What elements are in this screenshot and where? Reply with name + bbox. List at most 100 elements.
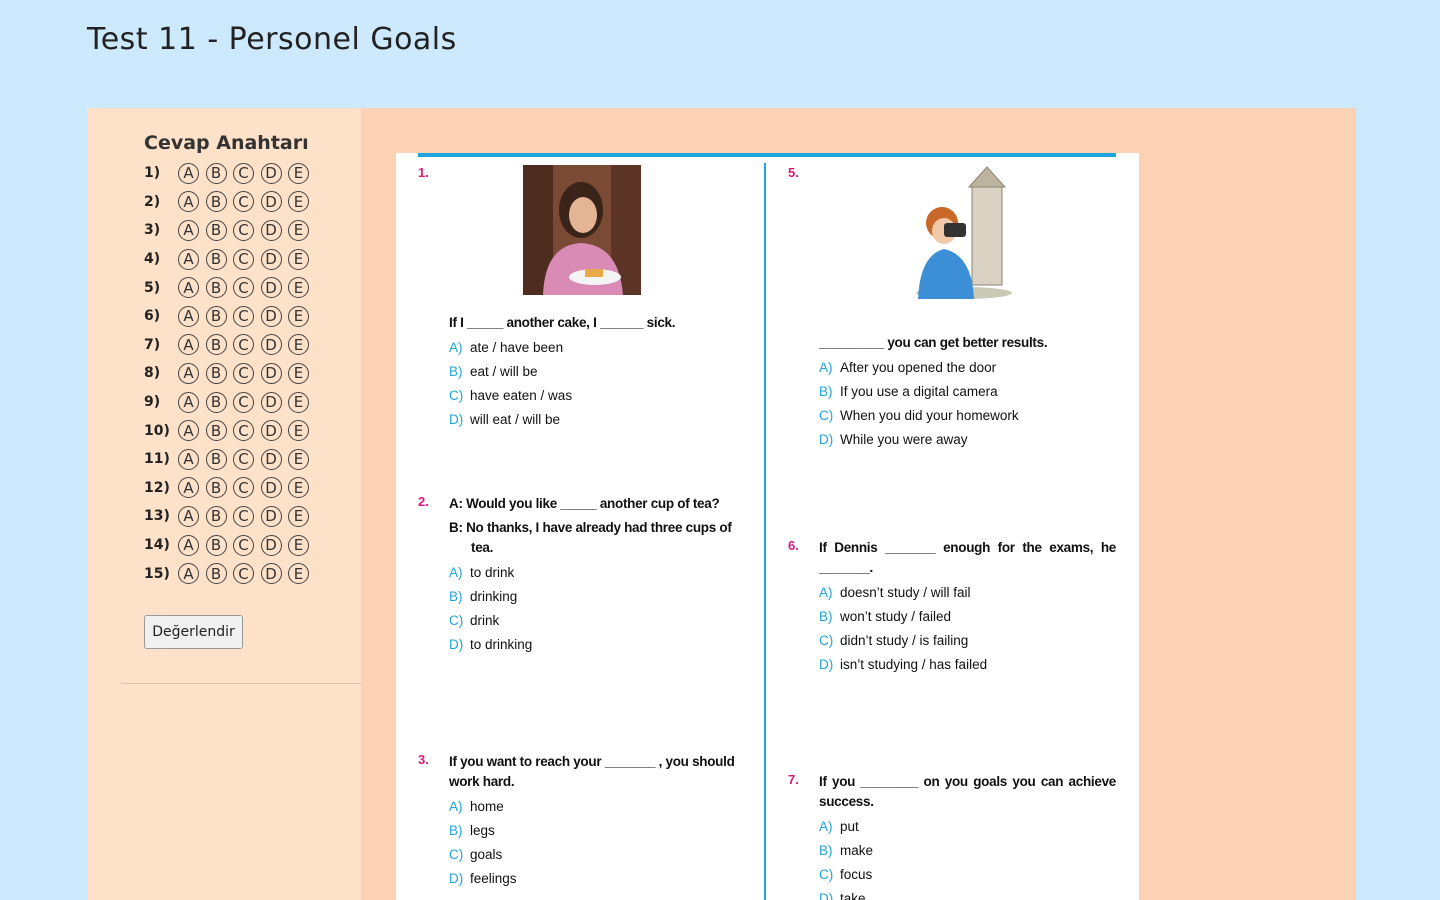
answer-bubble-d[interactable]: D: [260, 248, 282, 270]
answer-bubble-e[interactable]: E: [288, 505, 309, 527]
answer-bubble-d[interactable]: D: [260, 477, 282, 499]
answer-bubble-d[interactable]: D: [260, 505, 282, 527]
answer-bubble-d[interactable]: D: [260, 277, 282, 299]
answer-bubble-b[interactable]: B: [205, 334, 227, 356]
option-text: drink: [470, 613, 500, 628]
answer-bubble-e[interactable]: E: [288, 191, 309, 213]
answer-option: C) didn’t study / is failing: [819, 629, 1116, 653]
answer-bubble-e[interactable]: E: [288, 219, 309, 241]
answer-key-row: 14) A B C D E: [144, 531, 316, 560]
answer-key-row: 3) A B C D E: [144, 216, 316, 245]
answer-bubble-b[interactable]: B: [205, 448, 227, 470]
answer-bubble-b[interactable]: B: [205, 305, 227, 327]
answer-bubble-e[interactable]: E: [288, 334, 309, 356]
answer-bubble-c[interactable]: C: [233, 219, 254, 241]
answer-bubble-b[interactable]: B: [205, 391, 227, 413]
answer-bubble-c[interactable]: C: [233, 420, 254, 442]
answer-bubble-c[interactable]: C: [233, 191, 254, 213]
answer-bubble-d[interactable]: D: [260, 391, 282, 413]
answer-option: D) to drinking: [449, 633, 754, 657]
answer-bubble-a[interactable]: A: [178, 362, 199, 384]
option-text: focus: [840, 867, 873, 882]
answer-bubble-b[interactable]: B: [205, 563, 227, 585]
answer-bubble-b[interactable]: B: [205, 162, 227, 184]
answer-bubble-c[interactable]: C: [233, 391, 254, 413]
answer-option: C) have eaten / was: [449, 384, 754, 408]
answer-bubble-a[interactable]: A: [178, 162, 199, 184]
answer-bubble-a[interactable]: A: [178, 334, 199, 356]
answer-bubble-d[interactable]: D: [260, 219, 282, 241]
answer-key-row-number: 10): [144, 422, 170, 439]
answer-bubble-a[interactable]: A: [178, 191, 199, 213]
answer-option: D) will eat / will be: [449, 408, 754, 432]
answer-bubble-e[interactable]: E: [288, 162, 309, 184]
answer-bubble-a[interactable]: A: [178, 505, 199, 527]
answer-bubble-b[interactable]: B: [205, 191, 227, 213]
answer-bubble-a[interactable]: A: [178, 277, 199, 299]
answer-bubble-e[interactable]: E: [288, 563, 309, 585]
answer-bubble-e[interactable]: E: [288, 477, 309, 499]
option-text: to drink: [470, 565, 515, 580]
question-3-stem: If you want to reach your _______ , you …: [449, 754, 735, 789]
answer-bubble-c[interactable]: C: [233, 248, 254, 270]
answer-bubble-e[interactable]: E: [288, 362, 309, 384]
answer-bubble-a[interactable]: A: [178, 420, 199, 442]
answer-bubble-c[interactable]: C: [233, 362, 254, 384]
answer-bubble-b[interactable]: B: [205, 219, 227, 241]
answer-bubble-a[interactable]: A: [178, 534, 199, 556]
answer-option: C) drink: [449, 609, 754, 633]
answer-bubble-d[interactable]: D: [260, 448, 282, 470]
answer-bubble-e[interactable]: E: [288, 448, 309, 470]
answer-bubble-d[interactable]: D: [260, 191, 282, 213]
answer-bubble-d[interactable]: D: [260, 534, 282, 556]
answer-bubble-c[interactable]: C: [233, 448, 254, 470]
answer-bubble-a[interactable]: A: [178, 563, 199, 585]
answer-bubble-e[interactable]: E: [288, 305, 309, 327]
answer-bubble-d[interactable]: D: [260, 420, 282, 442]
answer-bubble-a[interactable]: A: [178, 477, 199, 499]
answer-bubble-a[interactable]: A: [178, 305, 199, 327]
option-text: legs: [470, 823, 495, 838]
option-text: eat / will be: [470, 364, 538, 379]
answer-bubble-c[interactable]: C: [233, 477, 254, 499]
answer-bubble-b[interactable]: B: [205, 362, 227, 384]
answer-bubble-b[interactable]: B: [205, 477, 227, 499]
answer-bubble-e[interactable]: E: [288, 248, 309, 270]
option-text: will eat / will be: [470, 412, 561, 427]
question-1-photo: [523, 165, 641, 295]
answer-bubble-e[interactable]: E: [288, 391, 309, 413]
answer-bubble-a[interactable]: A: [178, 391, 199, 413]
answer-bubble-c[interactable]: C: [233, 277, 254, 299]
answer-bubble-e[interactable]: E: [288, 534, 309, 556]
answer-bubble-b[interactable]: B: [205, 534, 227, 556]
answer-key-row: 13) A B C D E: [144, 502, 316, 531]
answer-bubble-c[interactable]: C: [233, 505, 254, 527]
answer-bubble-c[interactable]: C: [233, 334, 254, 356]
answer-bubble-c[interactable]: C: [233, 563, 254, 585]
answer-bubble-e[interactable]: E: [288, 420, 309, 442]
answer-bubble-d[interactable]: D: [260, 362, 282, 384]
answer-bubble-a[interactable]: A: [178, 219, 199, 241]
answer-bubble-a[interactable]: A: [178, 248, 199, 270]
answer-key-row: 15) A B C D E: [144, 559, 316, 588]
question-6-stem: If Dennis _______ enough for the exams, …: [819, 540, 1116, 575]
answer-bubble-d[interactable]: D: [260, 162, 282, 184]
answer-bubble-e[interactable]: E: [288, 277, 309, 299]
question-5-stem: _________ you can get better results.: [819, 335, 1048, 350]
question-7-number: 7.: [788, 772, 799, 787]
answer-bubble-d[interactable]: D: [260, 334, 282, 356]
answer-bubble-b[interactable]: B: [205, 248, 227, 270]
answer-bubble-b[interactable]: B: [205, 420, 227, 442]
option-letter: B): [449, 589, 463, 604]
answer-bubble-b[interactable]: B: [205, 277, 227, 299]
option-letter: C): [819, 633, 834, 648]
answer-bubble-d[interactable]: D: [260, 563, 282, 585]
answer-bubble-b[interactable]: B: [205, 505, 227, 527]
answer-bubble-d[interactable]: D: [260, 305, 282, 327]
evaluate-button[interactable]: Değerlendir: [144, 615, 243, 649]
answer-bubble-a[interactable]: A: [178, 448, 199, 470]
answer-bubble-c[interactable]: C: [233, 534, 254, 556]
answer-bubble-c[interactable]: C: [233, 305, 254, 327]
option-letter: D): [819, 432, 834, 447]
answer-bubble-c[interactable]: C: [233, 162, 254, 184]
